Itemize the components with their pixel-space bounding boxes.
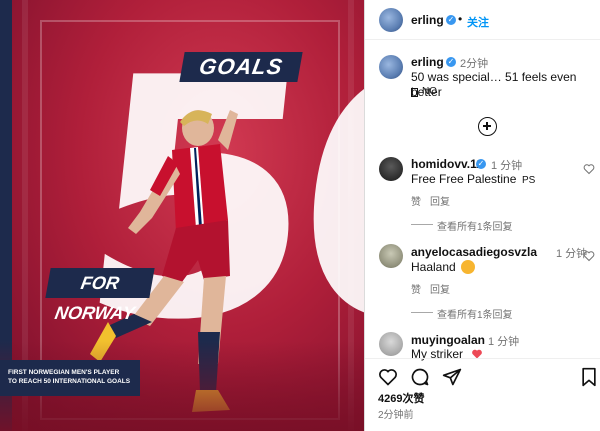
plus-circle-icon[interactable]	[478, 117, 497, 136]
post-image[interactable]: 50 GOALS FOR NORWAY FIRST NORWEGIAN MEN'…	[0, 0, 364, 431]
view-replies-link[interactable]: 查看所有1条回复	[437, 306, 513, 321]
comment-username[interactable]: muyingoalan	[411, 333, 485, 347]
caption-text: 50 was special… 51 feels even better	[411, 70, 577, 99]
posted-time: 2分钟前	[378, 410, 414, 421]
comment-username[interactable]: homidovv.11	[411, 157, 483, 171]
share-icon[interactable]	[442, 367, 462, 387]
comment-reply-button[interactable]: 回复	[430, 281, 450, 296]
action-bar	[365, 358, 600, 392]
for-norway-banner: FOR NORWAY	[45, 268, 155, 323]
caption-suffix: NO	[422, 86, 437, 97]
comment-reply-button[interactable]: 回复	[430, 193, 450, 208]
caption-time: 2分钟	[460, 58, 489, 70]
header-username[interactable]: erling	[411, 13, 444, 27]
verified-badge-icon: ✓	[476, 159, 486, 169]
comment-icon[interactable]	[410, 367, 430, 387]
comment-text: Haaland	[411, 260, 456, 274]
heart-icon[interactable]	[583, 250, 595, 262]
view-replies-line	[411, 312, 433, 313]
image-caption-box: FIRST NORWEGIAN MEN'S PLAYER TO REACH 50…	[0, 360, 140, 396]
view-replies-link[interactable]: 查看所有1条回复	[437, 218, 513, 233]
flag-box-icon	[411, 88, 418, 97]
avatar[interactable]	[379, 8, 403, 32]
goals-banner: GOALS	[179, 52, 303, 82]
comment-suffix: PS	[522, 175, 536, 186]
bookmark-icon[interactable]	[579, 367, 599, 387]
comment-like-button[interactable]: 赞	[411, 193, 421, 208]
verified-badge-icon: ✓	[446, 57, 456, 67]
avatar[interactable]	[379, 55, 403, 79]
caption-username[interactable]: erling	[411, 55, 444, 69]
follow-button[interactable]: 关注	[467, 14, 489, 30]
verified-badge-icon: ✓	[446, 15, 456, 25]
avatar[interactable]	[379, 157, 403, 181]
avatar[interactable]	[379, 332, 403, 356]
comment-time: 1 分钟	[488, 336, 520, 348]
emoji-face-icon	[461, 260, 475, 274]
likes-count[interactable]: 4269次赞	[378, 390, 424, 406]
post-header: erling ✓ • 关注	[365, 0, 600, 40]
image-caption-line2: TO REACH 50 INTERNATIONAL GOALS	[8, 378, 131, 385]
comment-text: Free Free Palestine	[411, 172, 517, 186]
avatar[interactable]	[379, 244, 403, 268]
image-caption-line1: FIRST NORWEGIAN MEN'S PLAYER	[8, 369, 120, 376]
heart-icon[interactable]	[378, 367, 398, 387]
comment-username[interactable]: anyelocasadiegosvzla	[411, 245, 537, 259]
post-panel: erling ✓ • 关注 erling ✓ 2分钟 50 was specia…	[364, 0, 600, 431]
view-replies-line	[411, 224, 433, 225]
comment-time: 1 分钟	[491, 160, 523, 172]
separator-dot: •	[458, 12, 463, 26]
heart-icon[interactable]	[583, 163, 595, 175]
comment-like-button[interactable]: 赞	[411, 281, 421, 296]
